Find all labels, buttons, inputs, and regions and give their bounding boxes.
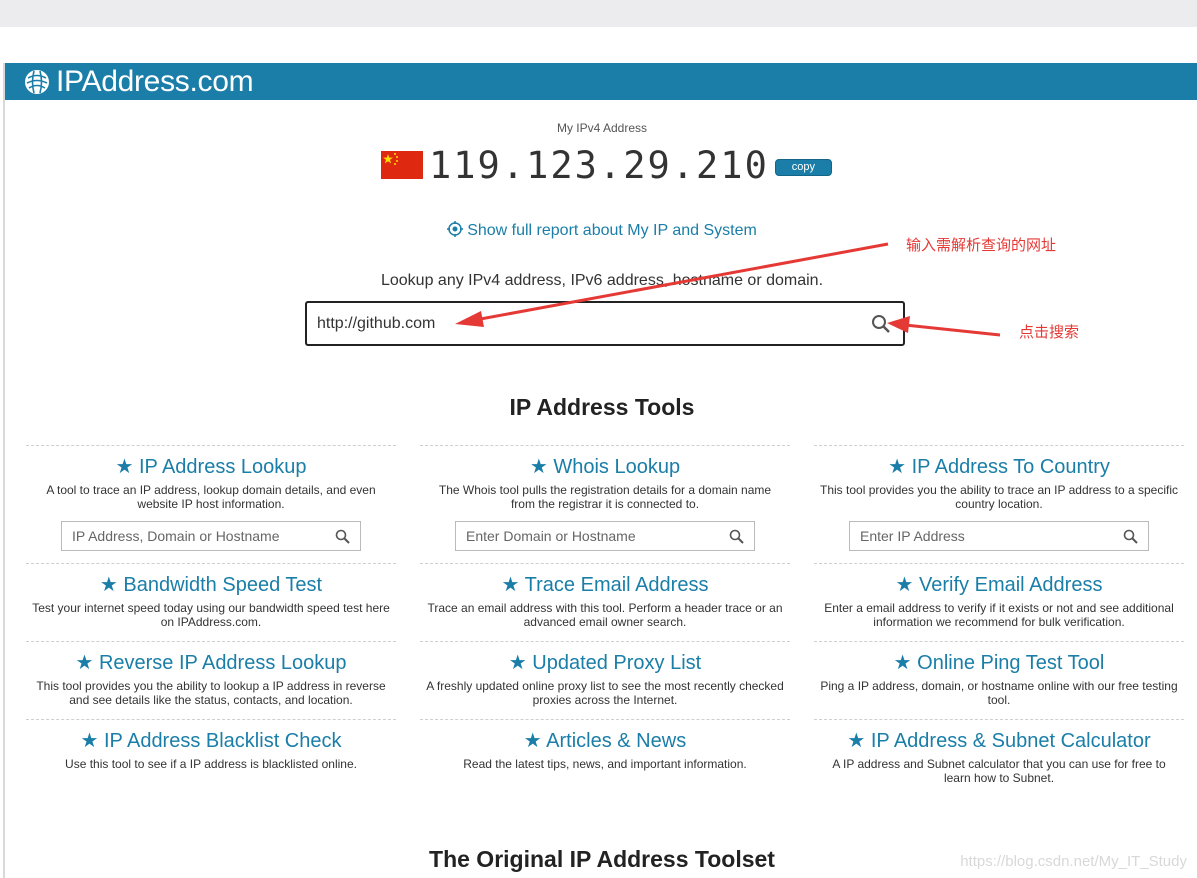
tool-desc: A IP address and Subnet calculator that … bbox=[832, 757, 1166, 785]
tool-desc: A tool to trace an IP address, lookup do… bbox=[46, 483, 376, 511]
tool-title-proxy-list[interactable]: ★ Updated Proxy List bbox=[420, 650, 790, 675]
tool-title-reverse-ip[interactable]: ★ Reverse IP Address Lookup bbox=[26, 650, 396, 675]
tool-card: ★ IP Address Lookup A tool to trace an I… bbox=[26, 445, 396, 563]
tool-desc: Trace an email address with this tool. P… bbox=[427, 601, 783, 629]
my-ip-address: 119.123.29.210 bbox=[429, 143, 769, 187]
tool-desc: Use this tool to see if a IP address is … bbox=[65, 757, 357, 771]
tool-title-trace-email[interactable]: ★ Trace Email Address bbox=[420, 572, 790, 597]
tool-card: ★ Bandwidth Speed Test Test your interne… bbox=[26, 563, 396, 641]
tool-card: ★ Whois Lookup The Whois tool pulls the … bbox=[420, 445, 790, 563]
tool-card: ★ Updated Proxy List A freshly updated o… bbox=[420, 641, 790, 719]
whois-placeholder: Enter Domain or Hostname bbox=[466, 528, 636, 544]
tool-desc: A freshly updated online proxy list to s… bbox=[426, 679, 784, 707]
search-icon[interactable] bbox=[871, 314, 891, 334]
lookup-search-value[interactable]: http://github.com bbox=[317, 315, 435, 333]
tool-desc: Ping a IP address, domain, or hostname o… bbox=[820, 679, 1178, 707]
search-icon[interactable] bbox=[335, 529, 350, 544]
china-flag-icon bbox=[381, 151, 423, 179]
tool-card: ★ Trace Email Address Trace an email add… bbox=[420, 563, 790, 641]
copy-ip-button[interactable]: copy bbox=[774, 158, 832, 176]
globe-logo-icon[interactable] bbox=[24, 69, 50, 95]
lookup-label: Lookup any IPv4 address, IPv6 address, h… bbox=[380, 272, 824, 289]
tool-title-bandwidth[interactable]: ★ Bandwidth Speed Test bbox=[26, 572, 396, 597]
search-annotation-text: 点击搜索 bbox=[1019, 324, 1080, 341]
tool-desc: This tool provides you the ability to lo… bbox=[36, 679, 386, 707]
tool-card: ★ Reverse IP Address Lookup This tool pr… bbox=[26, 641, 396, 719]
tool-title-ip-to-country[interactable]: ★ IP Address To Country bbox=[814, 454, 1184, 479]
tool-title-ip-lookup[interactable]: ★ IP Address Lookup bbox=[26, 454, 396, 479]
tool-card: ★ Articles & News Read the latest tips, … bbox=[420, 719, 790, 797]
csdn-watermark: https://blog.csdn.net/My_IT_Study bbox=[960, 853, 1187, 870]
tool-desc: Enter a email address to verify if it ex… bbox=[824, 601, 1174, 629]
page-frame: IPAddress.com My IPv4 Address 119.123.29… bbox=[3, 63, 1197, 878]
lookup-search-input[interactable]: http://github.com bbox=[305, 301, 905, 346]
search-icon[interactable] bbox=[729, 529, 744, 544]
tool-desc: Test your internet speed today using our… bbox=[32, 601, 390, 629]
browser-top-bar bbox=[0, 0, 1197, 27]
search-icon[interactable] bbox=[1123, 529, 1138, 544]
target-icon bbox=[447, 221, 464, 237]
ip-to-country-placeholder: Enter IP Address bbox=[860, 528, 965, 544]
tool-title-ping-test[interactable]: ★ Online Ping Test Tool bbox=[814, 650, 1184, 675]
whois-input[interactable]: Enter Domain or Hostname bbox=[455, 521, 755, 551]
tool-title-subnet-calc[interactable]: ★ IP Address & Subnet Calculator bbox=[814, 728, 1184, 753]
tool-title-whois[interactable]: ★ Whois Lookup bbox=[420, 454, 790, 479]
tool-desc: The Whois tool pulls the registration de… bbox=[438, 483, 772, 511]
tool-card: ★ IP Address To Country This tool provid… bbox=[814, 445, 1184, 563]
site-header: IPAddress.com bbox=[5, 63, 1197, 100]
tool-card: ★ Verify Email Address Enter a email add… bbox=[814, 563, 1184, 641]
tool-card: ★ IP Address Blacklist Check Use this to… bbox=[26, 719, 396, 797]
tool-desc: Read the latest tips, news, and importan… bbox=[463, 757, 747, 771]
tool-title-verify-email[interactable]: ★ Verify Email Address bbox=[814, 572, 1184, 597]
tools-section-title: IP Address Tools bbox=[509, 394, 695, 420]
full-report-label[interactable]: Show full report about My IP and System bbox=[467, 222, 757, 239]
tool-card: ★ Online Ping Test Tool Ping a IP addres… bbox=[814, 641, 1184, 719]
my-ipv4-label: My IPv4 Address bbox=[556, 121, 648, 135]
ip-to-country-input[interactable]: Enter IP Address bbox=[849, 521, 1149, 551]
site-logo-text[interactable]: IPAddress.com bbox=[56, 65, 254, 99]
my-ip-row: 119.123.29.210 copy bbox=[381, 143, 832, 187]
ip-lookup-placeholder: IP Address, Domain or Hostname bbox=[72, 528, 280, 544]
tool-desc: This tool provides you the ability to tr… bbox=[820, 483, 1178, 511]
input-annotation-text: 输入需解析查询的网址 bbox=[906, 237, 1057, 254]
tool-title-articles[interactable]: ★ Articles & News bbox=[420, 728, 790, 753]
ip-lookup-input[interactable]: IP Address, Domain or Hostname bbox=[61, 521, 361, 551]
tool-card: ★ IP Address & Subnet Calculator A IP ad… bbox=[814, 719, 1184, 797]
tool-title-blacklist[interactable]: ★ IP Address Blacklist Check bbox=[26, 728, 396, 753]
